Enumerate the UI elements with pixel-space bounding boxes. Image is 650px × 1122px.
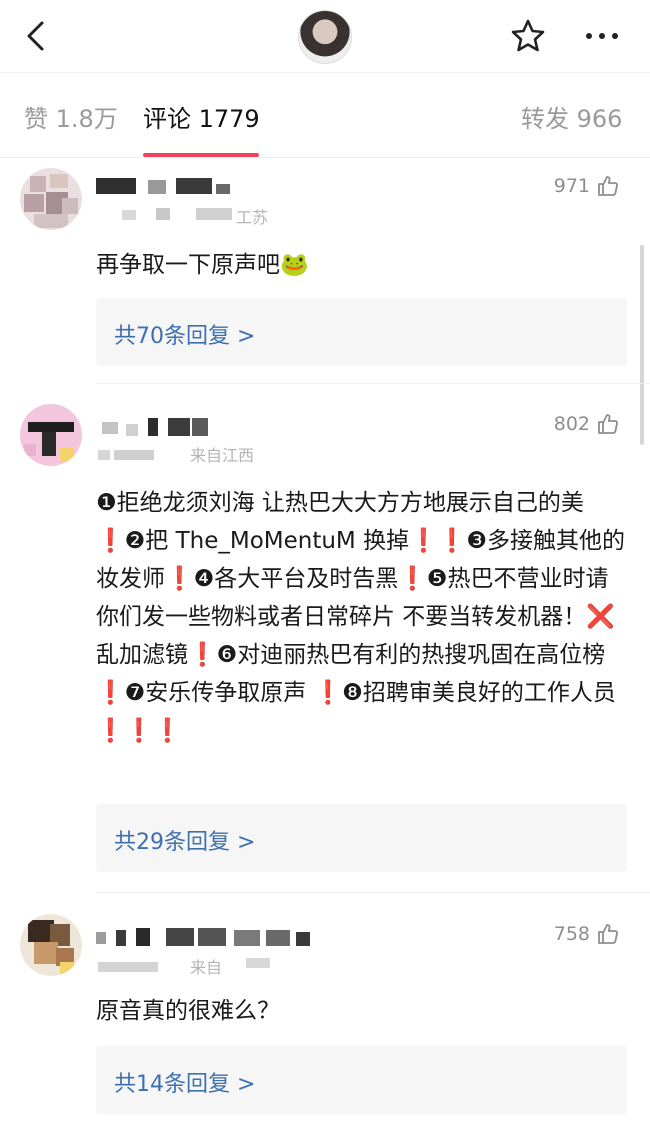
thumbs-up-icon	[598, 176, 618, 196]
thumbs-up-icon	[598, 414, 618, 434]
avatar[interactable]	[20, 404, 82, 466]
comment-text: 再争取一下原声吧🐸	[96, 252, 309, 278]
reply-count-link[interactable]: 共70条回复 >	[114, 318, 255, 350]
username-blurred[interactable]	[96, 176, 316, 198]
like-count[interactable]: 971	[554, 174, 620, 198]
comment-meta: 来自江西	[190, 446, 255, 465]
tab-comments[interactable]: 评论 1779	[143, 99, 260, 134]
like-count[interactable]: 758	[554, 922, 620, 946]
more-icon[interactable]	[580, 18, 624, 54]
top-bar	[0, 0, 650, 72]
avatar[interactable]	[298, 10, 352, 64]
comment-item: 来自 758 原音真的很难么？ 共14条回复 >	[0, 900, 650, 1122]
reply-expander[interactable]: 共14条回复 >	[96, 1046, 627, 1114]
like-count-value: 758	[553, 923, 590, 945]
avatar[interactable]	[20, 168, 82, 230]
comment-text: ❶拒绝龙须刘海 让热巴大大方方地展示自己的美❗️❷把 The_MoMentuM …	[96, 490, 625, 744]
comment-text: 原音真的很难么？	[96, 998, 280, 1024]
tab-reposts[interactable]: 转发 966	[521, 99, 622, 134]
tab-likes[interactable]: 赞 1.8万	[24, 99, 118, 134]
reply-expander[interactable]: 共29条回复 >	[96, 804, 627, 872]
username-blurred[interactable]	[96, 926, 316, 948]
tab-bar: 赞 1.8万 评论 1779 转发 966	[0, 72, 650, 158]
reply-expander[interactable]: 共70条回复 >	[96, 298, 627, 366]
avatar[interactable]	[20, 914, 82, 976]
divider	[96, 892, 650, 893]
thumbs-up-icon	[598, 924, 618, 944]
like-count[interactable]: 802	[554, 412, 620, 436]
divider	[96, 383, 650, 384]
like-count-value: 802	[553, 413, 590, 435]
back-icon[interactable]	[20, 18, 54, 54]
username-blurred[interactable]	[96, 416, 316, 438]
comment-item: 工苏 971 再争取一下原声吧🐸 共70条回复 >	[0, 158, 650, 378]
active-tab-indicator	[143, 153, 259, 157]
comment-meta: 工苏	[236, 208, 269, 227]
like-count-value: 971	[553, 175, 590, 197]
reply-count-link[interactable]: 共14条回复 >	[114, 1066, 255, 1098]
comment-meta: 来自	[190, 958, 223, 977]
comment-item: 来自江西 802 ❶拒绝龙须刘海 让热巴大大方方地展示自己的美❗️❷把 The_…	[0, 392, 650, 882]
reply-count-link[interactable]: 共29条回复 >	[114, 824, 255, 856]
star-icon[interactable]	[508, 18, 548, 54]
